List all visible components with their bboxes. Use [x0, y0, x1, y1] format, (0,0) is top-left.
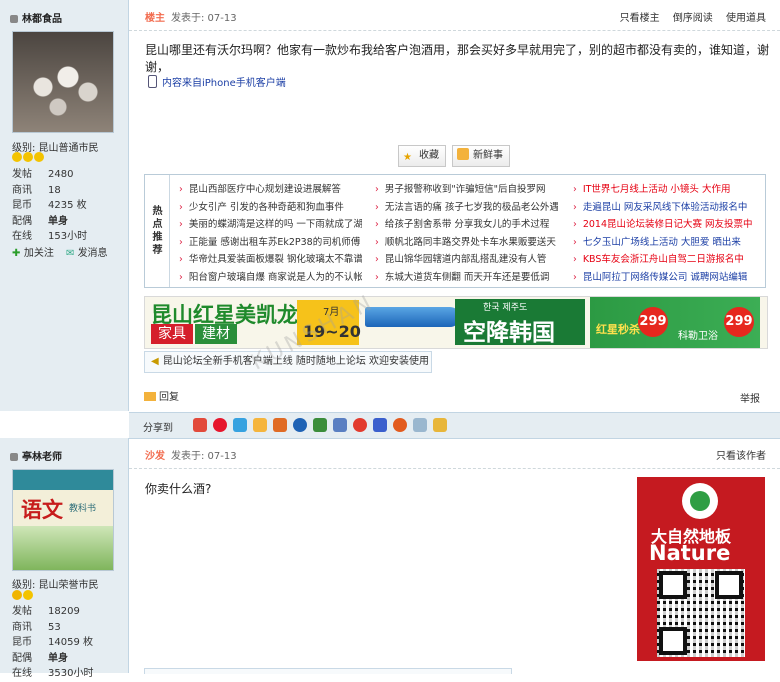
share-kaixin-icon[interactable] [253, 418, 267, 432]
speaker-icon: ◀ [151, 356, 159, 367]
share-taobao-icon[interactable] [353, 418, 367, 432]
hot-link[interactable]: IT世界七月线上活动 小镜头 大作用 [573, 181, 756, 199]
hot-link[interactable]: 少女引产 引发的各种奇葩和狗血事件 [179, 199, 362, 217]
post-time: 发表于: 07-13 [171, 13, 237, 24]
favorite-button[interactable]: ★ 收藏 [398, 145, 446, 167]
follow-button[interactable]: ✚ 加关注 [12, 244, 54, 259]
share-label: 分享到 [143, 423, 173, 434]
share-douban-icon[interactable] [293, 418, 307, 432]
client-note[interactable]: 内容来自iPhone手机客户端 [148, 74, 286, 89]
hot-column-1: 昆山西部医疗中心规划建设进展解答少女引产 引发的各种奇葩和狗血事件美丽的蝶湖湾是… [179, 181, 362, 287]
hot-label: 热点推荐 [145, 175, 170, 287]
nature-ad[interactable]: 大自然地板 Nature [637, 477, 765, 661]
floor-label: 沙发 [145, 451, 165, 462]
qr-code-icon [657, 569, 745, 657]
phone-icon [148, 75, 157, 88]
hot-link[interactable]: 给孩子割舍系带 分享我女儿的手术过程 [375, 216, 558, 234]
hot-link[interactable]: 无法言语的痛 孩子七岁我的极品老公外遇 [375, 199, 558, 217]
post-content-2: 你卖什么酒? [145, 482, 212, 496]
hot-link[interactable]: KBS车友会浙江舟山自驾二日游报名中 [573, 251, 756, 269]
hot-link[interactable]: 昆山锦华园辖道内部乱搭乱建没有人管 [375, 251, 558, 269]
reply-button[interactable]: 回复 [144, 388, 179, 403]
avatar-2[interactable]: 语文 教科书 [12, 469, 114, 571]
avatar-book-top [13, 470, 113, 490]
avatar-book-sub: 教科书 [69, 504, 97, 514]
post-tools-2: 只看该作者 [706, 447, 766, 462]
share-sohu-icon[interactable] [333, 418, 347, 432]
hot-link[interactable]: 七夕玉山广场线上活动 大胆爱 晒出来 [573, 234, 756, 252]
post-time: 发表于: 07-13 [171, 451, 237, 462]
news-icon [457, 148, 469, 160]
star-icon: ★ [403, 152, 412, 163]
avatar-book-title: 语文 [21, 497, 63, 522]
share-qzone-icon[interactable] [233, 418, 247, 432]
envelope-icon: ✉ [66, 248, 78, 259]
post-header-1: 楼主 发表于: 07-13 只看楼主 倒序阅读 使用道具 [129, 0, 780, 31]
user-icon [10, 453, 18, 461]
hot-link[interactable]: 昆山阿拉丁网络传媒公司 诚聘网站编辑 [573, 269, 756, 287]
hot-link[interactable]: 走遍昆山 网友采风线下体验活动报名中 [573, 199, 756, 217]
banner-tag-material: 建材 [195, 324, 237, 344]
message-button[interactable]: ✉ 发消息 [66, 244, 108, 259]
hot-link[interactable]: 昆山西部医疗中心规划建设进展解答 [179, 181, 362, 199]
user-icon [10, 15, 18, 23]
share-tencent-icon[interactable] [193, 418, 207, 432]
use-item-link[interactable]: 使用道具 [726, 13, 766, 24]
share-weibo-icon[interactable] [213, 418, 227, 432]
nature-brand-en: Nature [649, 541, 731, 565]
hot-link[interactable]: 华帝灶具爱装面板爆裂 钢化玻璃太不靠谱 [179, 251, 362, 269]
nature-logo-icon [682, 483, 718, 519]
user-level-2: 级别: 昆山荣誉市民 [12, 580, 99, 591]
level-sun-star-icon [12, 590, 34, 603]
share-163-icon[interactable] [313, 418, 327, 432]
user-stats-2: 发帖 18209 商讯 53 昆币 14059 枚 配偶 单身 在线 3530小时 [12, 606, 94, 679]
hot-link[interactable]: 阳台窗户玻璃自爆 商家说是人为的不认帐 [179, 269, 362, 287]
avatar-1[interactable] [12, 31, 114, 133]
avatar-book-image [13, 526, 113, 570]
report-button[interactable]: 举报 [740, 390, 760, 405]
hot-link[interactable]: 顺帆北路同丰路交界处卡车水果贩要送天 [375, 234, 558, 252]
share-baidu-icon[interactable] [373, 418, 387, 432]
hot-link[interactable]: 男子报警称收到"诈骗短信"后自投罗网 [375, 181, 558, 199]
floor-label: 楼主 [145, 13, 165, 24]
reply-icon [144, 392, 156, 401]
hot-link[interactable]: 东城大道货车侧翻 而天开车还是要低调 [375, 269, 558, 287]
airplane-icon [365, 307, 460, 327]
only-this-author-link[interactable]: 只看该作者 [716, 451, 766, 462]
post-content-1: 昆山哪里还有沃尔玛啊？他家有一款炒布我给客户泡酒用，那会买好多早就用完了，别的超… [145, 43, 770, 74]
hot-column-3: IT世界七月线上活动 小镜头 大作用走遍昆山 网友采风线下体验活动报名中2014… [573, 181, 756, 287]
share-note-icon[interactable] [413, 418, 427, 432]
banner-promo: 红星秒杀 299 科勒卫浴 299 [590, 297, 760, 348]
level-moons-icon [12, 152, 45, 165]
only-author-link[interactable]: 只看楼主 [620, 13, 660, 24]
banner-tag-furniture: 家具 [151, 324, 193, 344]
hot-column-2: 男子报警称收到"诈骗短信"后自投罗网无法言语的痛 孩子七岁我的极品老公外遇给孩子… [375, 181, 558, 287]
hot-recommend-box: 热点推荐 昆山西部医疗中心规划建设进展解答少女引产 引发的各种奇葩和狗血事件美丽… [144, 174, 766, 288]
banner-korea-box: 한국 제주도 空降韩国 [455, 299, 585, 346]
reverse-order-link[interactable]: 倒序阅读 [673, 13, 713, 24]
author-name-1[interactable]: 林都食品 [10, 10, 62, 25]
hot-link[interactable]: 2014昆山论坛装修日记大赛 网友投票中 [573, 216, 756, 234]
ad-banner[interactable]: 昆山红星美凯龙 家具 建材 7月 19~20 한국 제주도 空降韩国 红星秒杀 … [144, 296, 768, 349]
share-renren-icon[interactable] [273, 418, 287, 432]
share-apple-icon[interactable] [393, 418, 407, 432]
plus-icon: ✚ [12, 248, 24, 259]
fresh-news-button[interactable]: 新鲜事 [452, 145, 510, 167]
hot-link[interactable]: 美丽的蝶湖湾是这样的吗 一下雨就成了湖 [179, 216, 362, 234]
post-tools-1: 只看楼主 倒序阅读 使用道具 [610, 9, 766, 24]
share-bar: 分享到 [129, 412, 780, 439]
avatar-cats-image [13, 32, 113, 132]
hot-link[interactable]: 正能量 感谢出租车苏Ek2P38的司机师傅 [179, 234, 362, 252]
post-header-2: 沙发 发表于: 07-13 只看该作者 [129, 438, 780, 469]
user-stats-1: 发帖 2480 商讯 18 昆币 4235 枚 配偶 单身 在线 153小时 [12, 169, 88, 242]
next-box-edge [144, 668, 512, 674]
share-pad-icon[interactable] [433, 418, 447, 432]
author-name-2[interactable]: 亭林老师 [10, 448, 62, 463]
